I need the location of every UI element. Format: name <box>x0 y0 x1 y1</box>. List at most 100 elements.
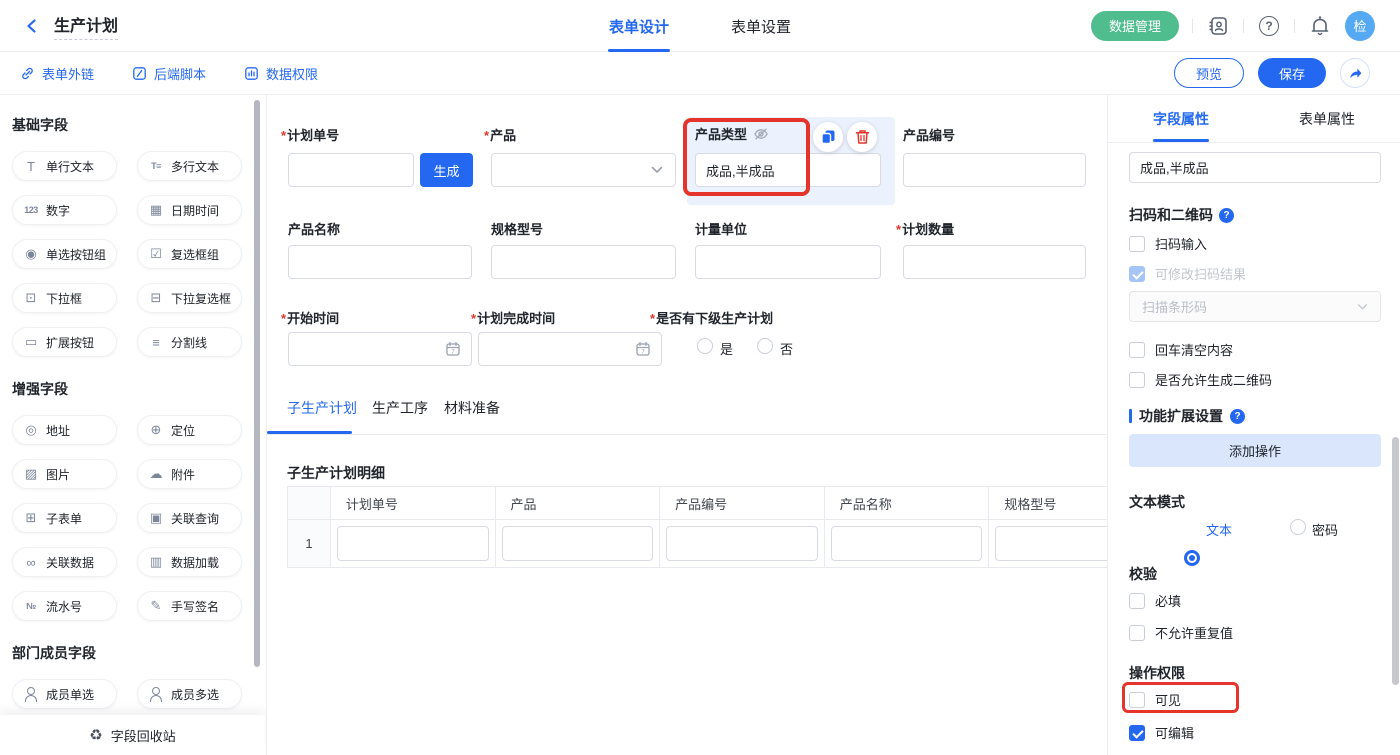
checkbox-box[interactable] <box>1129 372 1145 388</box>
tab-material-prep[interactable]: 材料准备 <box>444 398 500 418</box>
sidebar-item-attachment[interactable]: ☁附件 <box>137 459 242 489</box>
sidebar-item-location[interactable]: ⊕定位 <box>137 415 242 445</box>
tab-form-properties[interactable]: 表单属性 <box>1254 95 1400 142</box>
divider <box>1243 19 1244 33</box>
tab-form-design[interactable]: 表单设计 <box>609 0 669 52</box>
subtable-cell-input[interactable] <box>666 526 818 561</box>
text-mode-title: 文本模式 <box>1129 492 1185 512</box>
sidebar-item-radio-group[interactable]: ◉单选按钮组 <box>12 239 117 269</box>
unit-input[interactable] <box>695 245 881 279</box>
save-button[interactable]: 保存 <box>1258 58 1326 88</box>
row-number-column: 1 <box>288 487 331 567</box>
field-label-finish-time: *计划完成时间 <box>471 308 555 327</box>
default-value-input[interactable] <box>1129 152 1381 183</box>
radio-yes[interactable] <box>697 338 713 354</box>
radio-text-mode-text[interactable] <box>1184 550 1200 566</box>
sidebar-item-datetime[interactable]: ▦日期时间 <box>137 195 242 225</box>
help-icon[interactable]: ? <box>1257 14 1281 38</box>
sidebar-item-multi-select[interactable]: ⊟下拉复选框 <box>137 283 242 313</box>
tab-sub-production-plan[interactable]: 子生产计划 <box>287 398 357 418</box>
checkbox-box-checked[interactable] <box>1129 725 1145 741</box>
property-panel: 字段属性 表单属性 扫码和二维码 ? 扫码输入 可修改扫码结果 扫描条形码 <box>1107 95 1400 755</box>
user-avatar[interactable]: 检 <box>1345 11 1375 41</box>
help-badge-icon[interactable]: ? <box>1230 409 1245 424</box>
subtable-cell-input[interactable] <box>995 526 1107 561</box>
checkbox-box[interactable] <box>1129 593 1145 609</box>
sidebar-item-address[interactable]: ◎地址 <box>12 415 117 445</box>
subtable-cell-input[interactable] <box>337 526 489 561</box>
product-name-input[interactable] <box>288 245 472 279</box>
help-badge-icon[interactable]: ? <box>1219 208 1234 223</box>
share-button[interactable] <box>1340 58 1370 88</box>
checkbox-allow-qr[interactable]: 是否允许生成二维码 <box>1129 370 1272 389</box>
sidebar-item-single-line-text[interactable]: T单行文本 <box>12 151 117 181</box>
sidebar-item-serial-number[interactable]: №流水号 <box>12 591 117 621</box>
sidebar-item-divider[interactable]: ≡分割线 <box>137 327 242 357</box>
checkbox-scan-input[interactable]: 扫码输入 <box>1129 234 1207 253</box>
multi-select-icon: ⊟ <box>148 290 164 306</box>
sidebar-item-multi-line-text[interactable]: T≡多行文本 <box>137 151 242 181</box>
checkbox-required[interactable]: 必填 <box>1129 591 1181 610</box>
divider <box>1294 19 1295 33</box>
contacts-book-icon[interactable] <box>1206 14 1230 38</box>
validation-section-title: 校验 <box>1129 564 1157 584</box>
sidebar-item-subform[interactable]: ⊞子表单 <box>12 503 117 533</box>
window-scrollbar[interactable] <box>1392 437 1399 685</box>
radio-text-mode-password[interactable] <box>1290 519 1306 535</box>
product-select[interactable] <box>491 153 676 187</box>
checkbox-box[interactable] <box>1129 236 1145 252</box>
external-link-button[interactable]: 表单外链 <box>20 64 94 83</box>
sidebar-item-select[interactable]: ⊡下拉框 <box>12 283 117 313</box>
checkbox-box[interactable] <box>1129 342 1145 358</box>
linked-query-icon: ▣ <box>148 510 164 526</box>
page-title[interactable]: 生产计划 <box>54 12 118 40</box>
checkbox-box[interactable] <box>1129 692 1145 708</box>
checkbox-enter-clear[interactable]: 回车清空内容 <box>1129 340 1233 359</box>
radio-no[interactable] <box>757 338 773 354</box>
sidebar-item-image[interactable]: ▨图片 <box>12 459 117 489</box>
radio-no-label: 否 <box>780 339 793 358</box>
column-header: 产品名称 <box>825 487 989 520</box>
sidebar-item-number[interactable]: 123数字 <box>12 195 117 225</box>
backend-script-button[interactable]: 后端脚本 <box>132 64 206 83</box>
qty-input[interactable] <box>903 245 1086 279</box>
sidebar-item-linked-data[interactable]: ∞关联数据 <box>12 547 117 577</box>
checkbox-no-duplicate[interactable]: 不允许重复值 <box>1129 623 1233 642</box>
sidebar-item-signature[interactable]: ✎手写签名 <box>137 591 242 621</box>
sidebar-item-checkbox-group[interactable]: ☑复选框组 <box>137 239 242 269</box>
sidebar-item-extend-button[interactable]: ▭扩展按钮 <box>12 327 117 357</box>
sidebar-scrollbar[interactable] <box>254 100 260 667</box>
product-type-input[interactable] <box>695 153 881 187</box>
delete-field-button[interactable] <box>847 122 877 152</box>
copy-field-button[interactable] <box>813 122 843 152</box>
subtable-cell-input[interactable] <box>831 526 983 561</box>
notification-bell-icon[interactable] <box>1308 14 1332 38</box>
generate-button[interactable]: 生成 <box>420 153 473 187</box>
data-permission-button[interactable]: 数据权限 <box>244 64 318 83</box>
toolbar-actions: 预览 保存 <box>1174 58 1370 88</box>
sidebar-item-linked-query[interactable]: ▣关联查询 <box>137 503 242 533</box>
checkbox-editable[interactable]: 可编辑 <box>1129 723 1194 742</box>
plan-no-input[interactable] <box>288 153 414 187</box>
finish-time-input[interactable]: 7 <box>478 332 662 366</box>
data-manage-button[interactable]: 数据管理 <box>1091 11 1179 41</box>
back-button[interactable] <box>20 14 44 38</box>
sidebar-item-data-load[interactable]: ▥数据加载 <box>137 547 242 577</box>
preview-button[interactable]: 预览 <box>1174 58 1244 88</box>
field-recycle-bin[interactable]: ♻ 字段回收站 <box>0 715 265 755</box>
field-product-type[interactable]: 产品类型 <box>695 124 769 143</box>
checkbox-visible[interactable]: 可见 <box>1129 690 1181 709</box>
product-code-input[interactable] <box>903 153 1086 187</box>
checkbox-box[interactable] <box>1129 625 1145 641</box>
sidebar-item-member-multi[interactable]: 成员多选 <box>137 679 242 709</box>
tab-field-properties[interactable]: 字段属性 <box>1108 95 1254 142</box>
tab-production-process[interactable]: 生产工序 <box>372 398 428 418</box>
sidebar-item-member-single[interactable]: 成员单选 <box>12 679 117 709</box>
subtable-cell-input[interactable] <box>502 526 654 561</box>
add-action-button[interactable]: 添加操作 <box>1129 434 1381 467</box>
start-time-input[interactable]: 7 <box>288 332 472 366</box>
tab-form-settings[interactable]: 表单设置 <box>731 0 791 52</box>
spec-input[interactable] <box>491 245 676 279</box>
calendar-icon: 7 <box>635 341 651 357</box>
field-label-product-code: 产品编号 <box>903 125 955 144</box>
